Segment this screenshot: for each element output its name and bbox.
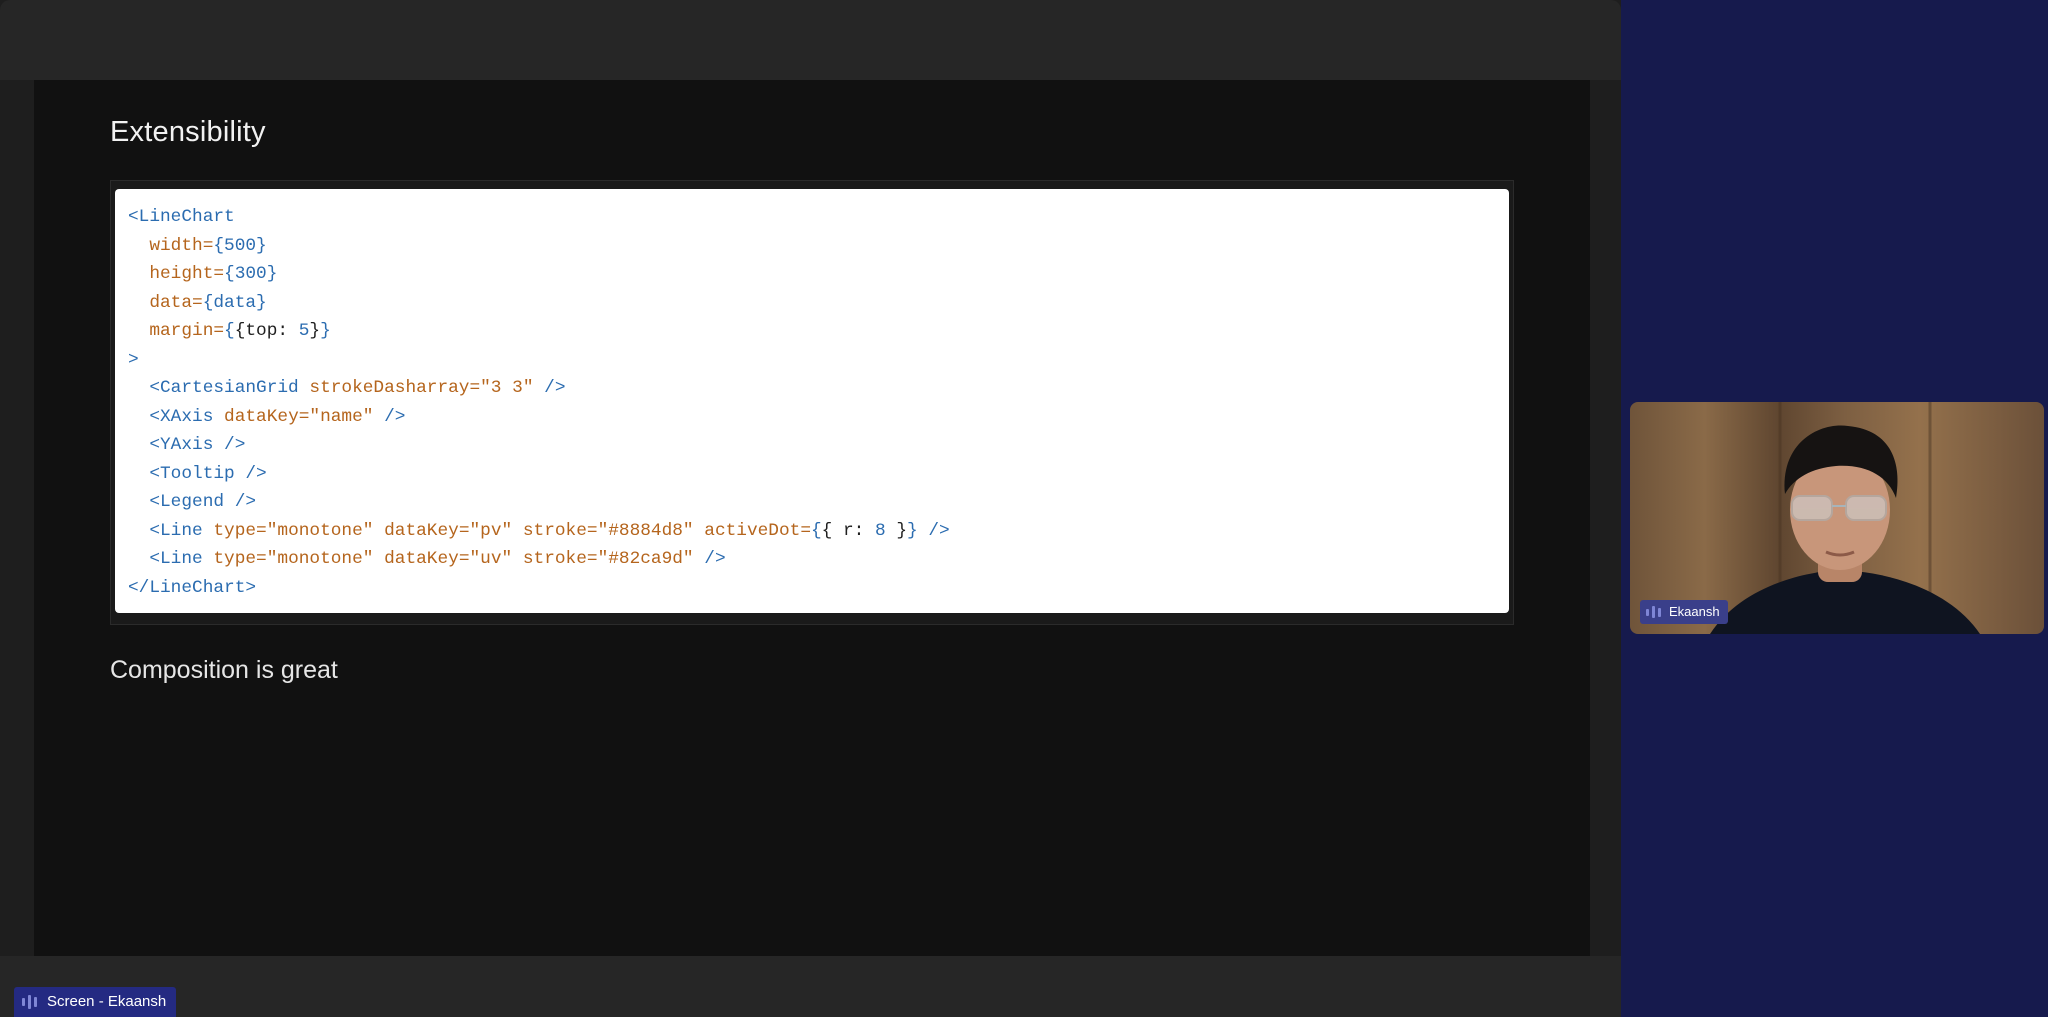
code-line: <Line type="monotone" dataKey="pv" strok…: [128, 517, 950, 546]
code-token: height=: [149, 264, 225, 284]
slide-caption: Composition is great: [110, 656, 338, 684]
code-line: <LineChart: [128, 203, 950, 232]
code-token: dataKey=: [373, 549, 470, 569]
participant-video-tile[interactable]: Ekaansh: [1630, 402, 2044, 634]
code-token: <XAxis: [149, 406, 225, 427]
audio-bars-icon: [1646, 604, 1661, 620]
code-line: height={300}: [128, 260, 950, 289]
code-token: type=: [213, 520, 267, 541]
code-token: stroke=: [512, 520, 598, 541]
code-token: type=: [213, 549, 267, 569]
code-line: <YAxis />: [128, 431, 950, 460]
code-token: margin=: [149, 321, 225, 341]
code-token: width=: [149, 235, 214, 256]
code-token: }: [885, 520, 908, 541]
code-token: />: [373, 406, 406, 427]
code-line: data={data}: [128, 289, 950, 318]
code-line: <Tooltip />: [128, 460, 950, 489]
code-token: { r:: [821, 520, 876, 541]
code-token: {: [224, 321, 235, 341]
screen-share-top-bar: [0, 0, 1621, 80]
code-line: width={500}: [128, 232, 950, 261]
code-token: 5: [298, 321, 310, 341]
code-token: {: [811, 520, 822, 541]
code-token: "name": [309, 406, 374, 427]
code-token: <Tooltip />: [149, 463, 267, 484]
screen-share-panel: Extensibility <LineChart width={500} hei…: [0, 0, 1621, 1017]
code-token: "#8884d8": [597, 520, 694, 541]
code-line: <XAxis dataKey="name" />: [128, 403, 950, 432]
screen-share-label: Screen - Ekaansh: [14, 987, 177, 1017]
code-token: />: [917, 520, 950, 541]
code-token: 8: [875, 520, 886, 541]
code-token: <Line: [149, 520, 214, 541]
code-token: </LineChart>: [128, 577, 257, 598]
participant-name: Ekaansh: [1669, 604, 1720, 619]
code-token: data=: [149, 292, 203, 313]
screen-share-label-text: Screen - Ekaansh: [47, 993, 167, 1010]
code-token: {data}: [202, 292, 267, 313]
screen-share-bottom-bar: [0, 956, 1621, 1017]
code-token: <YAxis />: [149, 435, 246, 455]
code-token: <CartesianGrid: [149, 378, 310, 398]
code-token: {top:: [234, 321, 299, 341]
code-token: "#82ca9d": [597, 549, 694, 569]
code-token: "uv": [469, 549, 513, 569]
code-token: >: [128, 349, 139, 370]
code-token: dataKey=: [224, 406, 310, 427]
slide-title: Extensibility: [110, 116, 266, 148]
code-line: <Legend />: [128, 488, 950, 517]
code-token: {300}: [224, 264, 278, 284]
code-token: stroke=: [512, 549, 598, 569]
audio-bars-icon: [22, 994, 37, 1010]
code-token: <LineChart: [128, 207, 235, 227]
code-token: "pv": [469, 520, 513, 541]
code-token: strokeDasharray=: [309, 378, 481, 398]
code-listing: <LineChart width={500} height={300} data…: [128, 203, 950, 602]
participant-name-badge: Ekaansh: [1640, 600, 1728, 624]
code-block-frame: <LineChart width={500} height={300} data…: [110, 180, 1514, 625]
presentation-slide: Extensibility <LineChart width={500} hei…: [34, 80, 1590, 956]
code-block: <LineChart width={500} height={300} data…: [115, 189, 1509, 613]
code-token: "monotone": [266, 520, 374, 541]
code-token: />: [693, 549, 726, 569]
code-token: "3 3": [480, 378, 534, 398]
code-token: "monotone": [266, 549, 374, 569]
code-line: <CartesianGrid strokeDasharray="3 3" />: [128, 374, 950, 403]
code-line: </LineChart>: [128, 574, 950, 603]
code-token: }: [309, 321, 321, 341]
code-line: <Line type="monotone" dataKey="uv" strok…: [128, 545, 950, 574]
code-token: {500}: [213, 235, 267, 256]
code-token: activeDot=: [693, 520, 811, 541]
code-token: <Line: [149, 549, 214, 569]
code-line: margin={{top: 5}}: [128, 317, 950, 346]
code-token: dataKey=: [373, 520, 470, 541]
code-token: }: [320, 321, 331, 341]
code-token: }: [907, 520, 918, 541]
code-token: />: [533, 378, 566, 398]
code-token: <Legend />: [149, 492, 257, 512]
code-line: >: [128, 346, 950, 375]
